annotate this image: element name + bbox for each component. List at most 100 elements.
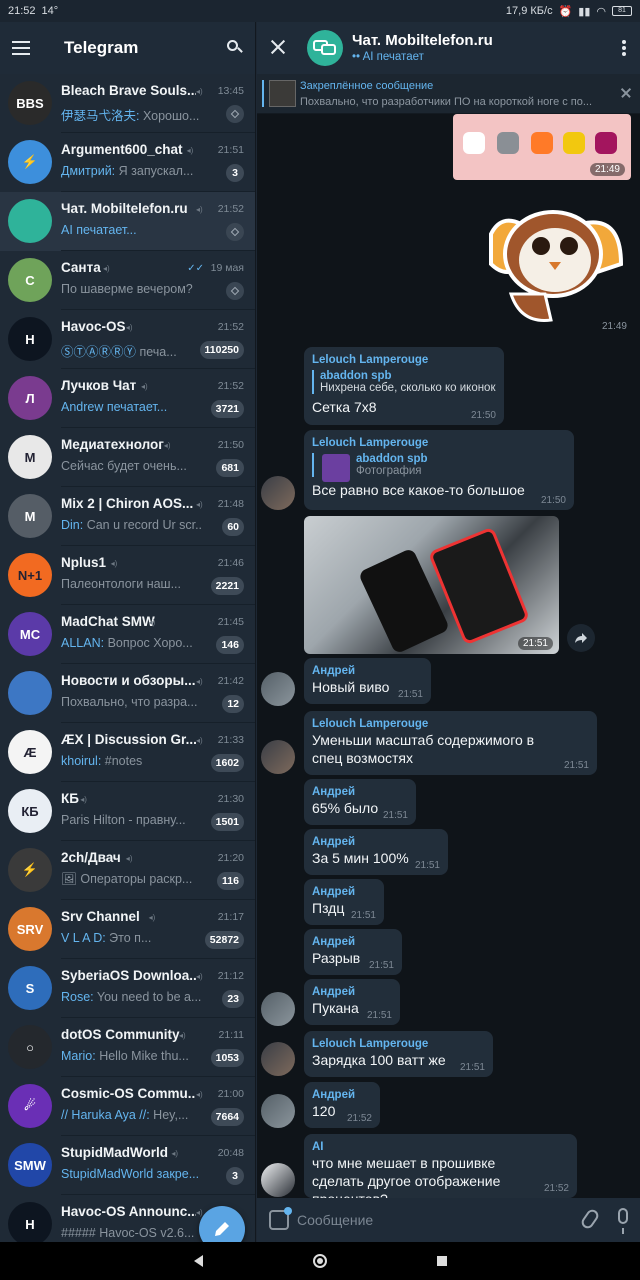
message-input[interactable] — [297, 1208, 557, 1232]
user-avatar[interactable] — [261, 476, 295, 510]
pinned-text: Похвально, что разработчики ПО на коротк… — [300, 96, 593, 108]
chat-row[interactable]: Æ ÆX | Discussion Gr... ◂) 21:33 khoirul: #n… — [0, 723, 255, 782]
muted-icon: ◂) — [110, 559, 118, 568]
home-icon[interactable] — [312, 1254, 327, 1268]
chat-avatar[interactable]: S — [8, 966, 52, 1010]
chat-name: Новости и обзоры... — [61, 673, 196, 688]
chat-avatar[interactable]: H — [8, 1202, 52, 1242]
screenshot-message[interactable]: 21:49 — [453, 114, 631, 180]
attach-icon[interactable] — [579, 1207, 601, 1231]
chat-avatar[interactable]: N+1 — [8, 553, 52, 597]
chat-avatar[interactable]: ⚡ — [8, 848, 52, 892]
chat-avatar[interactable] — [307, 30, 343, 66]
chat-preview: Andrew печатает... — [61, 400, 203, 414]
chat-row[interactable]: Новости и обзоры... ◂) 21:42 Похвально, что… — [0, 664, 255, 723]
chat-row[interactable]: ○ dotOS Community ◂) 21:11 Mario: Hello Mike… — [0, 1018, 255, 1077]
chat-avatar[interactable]: М — [8, 435, 52, 479]
chat-row[interactable]: М Медиатехнолог ◂) 21:50 Сейчас будет очень.… — [0, 428, 255, 487]
pinned-bar — [262, 80, 264, 107]
chat-avatar[interactable]: BBS — [8, 81, 52, 125]
message-bubble[interactable]: Андрей 120 21:52 — [304, 1082, 380, 1128]
back-icon[interactable] — [193, 1255, 203, 1267]
recents-icon[interactable] — [436, 1256, 447, 1266]
chat-row[interactable]: Л Лучков Чат ◂) 21:52 Andrew печатает... 3721 — [0, 369, 255, 428]
chat-row[interactable]: SRV Srv Channel ◂) 21:17 V L A D: Это п... 52… — [0, 900, 255, 959]
message-sender: AI — [312, 1141, 324, 1153]
sticker-icon[interactable] — [269, 1207, 292, 1230]
chat-avatar[interactable]: SRV — [8, 907, 52, 951]
phone-app-icon — [463, 132, 485, 154]
user-avatar[interactable] — [261, 672, 295, 706]
message-sender: Lelouch Lamperouge — [312, 718, 429, 730]
user-avatar[interactable] — [261, 992, 295, 1026]
chat-row[interactable]: Чат. Mobiltelefon.ru ◂) 21:52 AI печатает..… — [0, 192, 255, 251]
message-bubble[interactable]: Lelouch Lamperouge abaddon spb Нихрена с… — [304, 347, 504, 425]
chat-preview: Дмитрий: Я запускал... — [61, 164, 203, 178]
message-bubble[interactable]: Lelouch Lamperouge Зарядка 100 ватт же 2… — [304, 1031, 493, 1077]
chat-time: 21:30 — [217, 793, 244, 805]
more-icon[interactable] — [622, 40, 626, 56]
chat-row[interactable]: ⚡ 2ch/Двач ◂) 21:20 🖼 Операторы раскр... 116 — [0, 841, 255, 900]
user-avatar[interactable] — [261, 1094, 295, 1128]
preview-sender: Din: — [61, 518, 84, 532]
chat-row[interactable]: S SyberiaOS Downloa... ◂) 21:12 Rose: You ne… — [0, 959, 255, 1018]
menu-icon[interactable] — [12, 41, 30, 55]
chat-avatar[interactable]: MC — [8, 612, 52, 656]
search-icon[interactable] — [227, 40, 243, 56]
reply-quote[interactable]: abaddon spb Нихрена себе, сколько ко ико… — [312, 370, 496, 394]
close-pinned-icon[interactable] — [620, 87, 632, 99]
reply-quote[interactable]: abaddon spb Фотография — [312, 453, 566, 482]
chat-row[interactable]: С Санта ◂) ✓✓ 19 мая По шаверме вечером? — [0, 251, 255, 310]
chat-avatar[interactable]: Æ — [8, 730, 52, 774]
user-avatar[interactable] — [261, 740, 295, 774]
chat-row[interactable]: MC MadChat SMW ◂) 21:45 ALLAN: Вопрос Хоро..… — [0, 605, 255, 664]
chat-avatar[interactable]: КБ — [8, 789, 52, 833]
chat-avatar[interactable] — [8, 671, 52, 715]
chat-name: Mix 2 | Chiron AOS... — [61, 496, 194, 511]
message-bubble[interactable]: Lelouch Lamperouge Уменьши масштаб содер… — [304, 711, 597, 775]
chat-row[interactable]: BBS Bleach Brave Souls... ◂) 13:45 伊瑟马弋洛夫: Х… — [0, 74, 255, 133]
chat-row[interactable]: КБ КБ ◂) 21:30 Paris Hilton - правну... 1501 — [0, 782, 255, 841]
message-bubble[interactable]: AI что мне мешает в прошивке сделать дру… — [304, 1134, 577, 1207]
chat-avatar[interactable]: H — [8, 317, 52, 361]
preview-sender: // Haruka Aya //: — [61, 1108, 150, 1122]
muted-icon: ◂) — [125, 854, 133, 863]
chat-avatar[interactable]: С — [8, 258, 52, 302]
photo-message[interactable]: 21:51 — [304, 516, 559, 654]
message-bubble[interactable]: Андрей За 5 мин 100% 21:51 — [304, 829, 448, 875]
message-bubble[interactable]: Андрей Пздц 21:51 — [304, 879, 384, 925]
chat-row[interactable]: ⚡ Argument600_chat ◂) 21:51 Дмитрий: Я запус… — [0, 133, 255, 192]
message-bubble[interactable]: Андрей Пукана 21:51 — [304, 979, 400, 1025]
chat-avatar[interactable]: ○ — [8, 1025, 52, 1069]
chat-time: 21:48 — [217, 498, 244, 510]
message-bubble[interactable]: Lelouch Lamperouge abaddon spb Фотографи… — [304, 430, 574, 510]
chat-preview: Din: Can u record Ur scr... — [61, 518, 203, 532]
chat-avatar[interactable]: ⚡ — [8, 140, 52, 184]
message-bubble[interactable]: Андрей Разрыв 21:51 — [304, 929, 402, 975]
pinned-message[interactable]: Закреплённое сообщение Похвально, что ра… — [257, 74, 640, 114]
microphone-icon[interactable] — [618, 1208, 628, 1234]
chat-row[interactable]: N+1 Nplus1 ◂) 21:46 Палеонтологи наш... 2221 — [0, 546, 255, 605]
chat-row[interactable]: H Havoc-OS ◂) 21:52 ⓈⓉⒶⓇⓇⓎ печа... 110250 — [0, 310, 255, 369]
message-bubble[interactable]: Андрей Новый виво 21:51 — [304, 658, 431, 704]
chat-avatar[interactable]: Л — [8, 376, 52, 420]
chat-row[interactable]: M Mix 2 | Chiron AOS... ◂) 21:48 Din: Can u … — [0, 487, 255, 546]
chat-row[interactable]: ☄ Cosmic-OS Commu... ◂) 21:00 // Haruka Aya … — [0, 1077, 255, 1136]
chat-avatar[interactable]: M — [8, 494, 52, 538]
sticker-message[interactable]: 21:49 — [471, 194, 631, 334]
message-text: Все равно все какое-то большое — [312, 482, 525, 498]
message-sender: Андрей — [312, 1089, 356, 1101]
chat-row[interactable]: SMW StupidMadWorld ◂) 20:48 StupidMadWorld з… — [0, 1136, 255, 1195]
message-bubble[interactable]: Андрей 65% было 21:51 — [304, 779, 416, 825]
user-avatar[interactable] — [261, 1042, 295, 1076]
forward-button[interactable] — [567, 624, 595, 652]
chat-avatar[interactable] — [8, 199, 52, 243]
chat-time: 21:50 — [217, 439, 244, 451]
chat-avatar[interactable]: ☄ — [8, 1084, 52, 1128]
chat-avatar[interactable]: SMW — [8, 1143, 52, 1187]
user-avatar[interactable] — [261, 1163, 295, 1197]
preview-text: You need to be a... — [93, 990, 202, 1004]
close-icon[interactable] — [269, 38, 287, 56]
alarm-icon: ⏰ — [558, 5, 573, 18]
preview-sender: Дмитрий: — [61, 164, 116, 178]
